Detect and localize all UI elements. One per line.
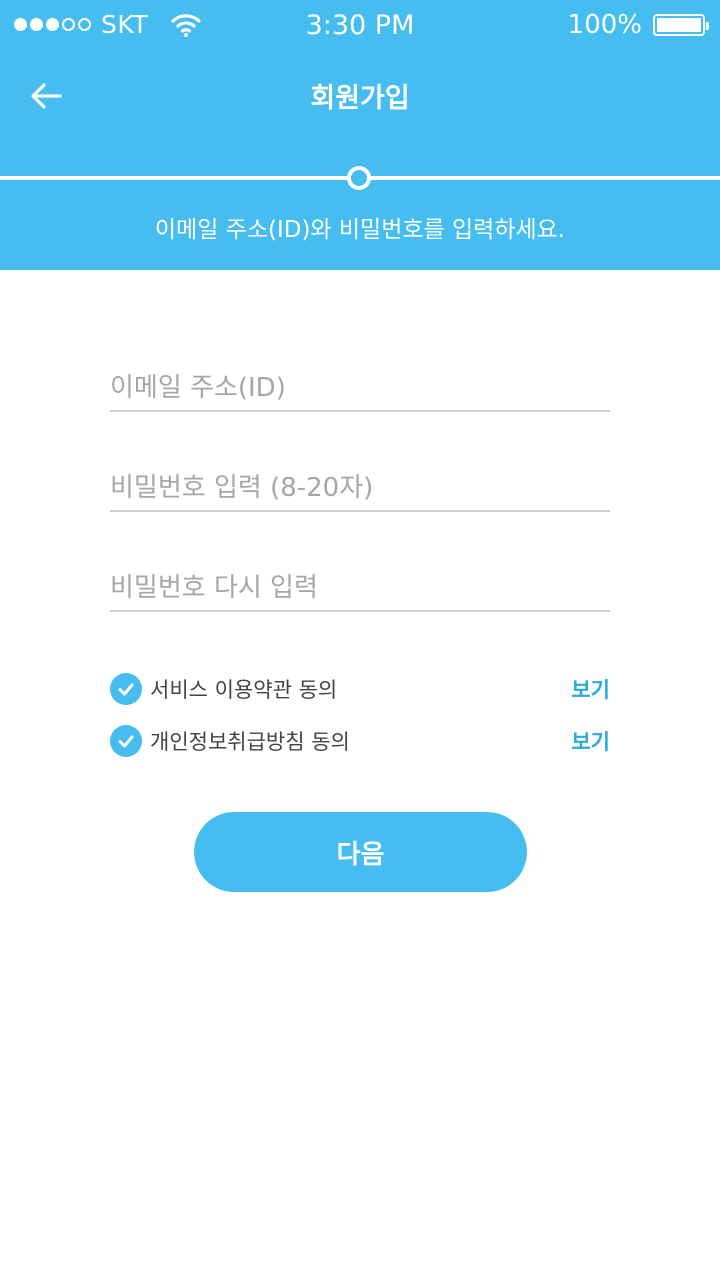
battery-fill	[657, 18, 701, 32]
checkmark-icon	[118, 735, 134, 748]
battery-tip	[706, 22, 709, 30]
header: SKT 3:30 PM 100% 회원가입 이메일 주소(ID)와 비밀번호를 …	[0, 0, 720, 270]
privacy-agreement-row: 개인정보취급방침 동의 보기	[110, 724, 610, 758]
privacy-view-link[interactable]: 보기	[571, 726, 610, 756]
battery-icon	[653, 14, 709, 36]
terms-agreement-label: 서비스 이용약관 동의	[150, 678, 338, 702]
terms-checkbox[interactable]	[110, 673, 142, 705]
battery-percentage: 100%	[567, 10, 642, 40]
step-indicator-icon	[347, 166, 371, 190]
status-bar: SKT 3:30 PM 100%	[0, 0, 720, 52]
terms-view-link[interactable]: 보기	[571, 674, 610, 704]
privacy-checkbox[interactable]	[110, 725, 142, 757]
terms-agreement-row: 서비스 이용약관 동의 보기	[110, 672, 610, 706]
password-confirm-field[interactable]	[110, 566, 610, 612]
next-button[interactable]: 다음	[194, 812, 527, 892]
email-field[interactable]	[110, 366, 610, 412]
privacy-agreement-label: 개인정보취급방침 동의	[150, 730, 350, 754]
page-subtitle: 이메일 주소(ID)와 비밀번호를 입력하세요.	[154, 217, 566, 243]
page-title: 회원가입	[310, 83, 410, 114]
password-field[interactable]	[110, 466, 610, 512]
checkmark-icon	[118, 683, 134, 696]
